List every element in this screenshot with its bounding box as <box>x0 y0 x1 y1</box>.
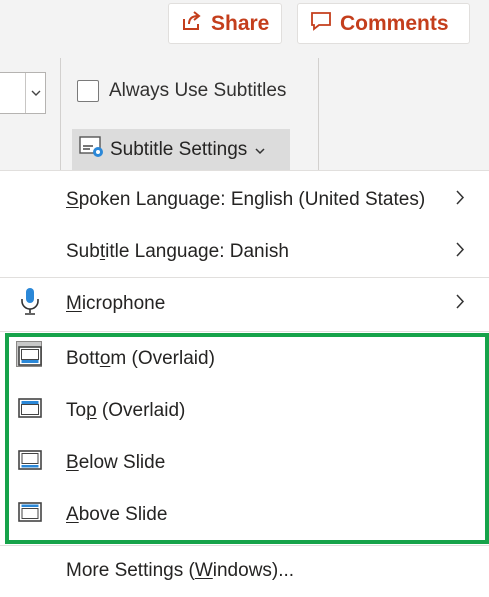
ribbon: Share Comments Always Use Subtitles Subt… <box>0 0 489 171</box>
menu-item-microphone[interactable]: Microphone <box>0 278 489 330</box>
chevron-right-icon <box>456 293 465 315</box>
subtitle-settings-button[interactable]: Subtitle Settings <box>72 129 290 171</box>
menu-item-spoken-language[interactable]: Spoken Language: English (United States) <box>0 174 489 226</box>
group-divider <box>60 58 61 170</box>
menu-item-label: Spoken Language: English (United States) <box>66 189 426 210</box>
comments-button[interactable]: Comments <box>297 3 470 44</box>
chevron-right-icon <box>456 241 465 263</box>
menu-item-label: Subtitle Language: Danish <box>66 241 289 262</box>
microphone-icon <box>18 287 42 321</box>
chevron-down-icon[interactable] <box>25 73 45 113</box>
menu-item-label: More Settings (Windows)... <box>66 560 295 581</box>
share-button[interactable]: Share <box>168 3 282 44</box>
comment-icon <box>310 10 332 38</box>
subtitle-settings-label: Subtitle Settings <box>110 139 248 160</box>
chevron-down-icon <box>255 139 265 161</box>
checkbox-box[interactable] <box>77 80 99 102</box>
subtitle-settings-icon <box>78 134 106 166</box>
group-divider <box>318 58 319 170</box>
chevron-right-icon <box>456 189 465 211</box>
always-use-subtitles-checkbox[interactable]: Always Use Subtitles <box>77 80 286 102</box>
menu-item-subtitle-language[interactable]: Subtitle Language: Danish <box>0 226 489 278</box>
menu-item-more-settings[interactable]: More Settings (Windows)... <box>0 545 489 597</box>
highlight-box <box>5 333 489 544</box>
menu-divider <box>0 331 489 332</box>
font-size-combo[interactable] <box>0 72 46 114</box>
share-label: Share <box>211 11 270 35</box>
always-use-subtitles-label: Always Use Subtitles <box>109 80 287 101</box>
comments-label: Comments <box>340 11 449 35</box>
menu-item-label: Microphone <box>66 293 166 314</box>
share-icon <box>181 10 203 38</box>
